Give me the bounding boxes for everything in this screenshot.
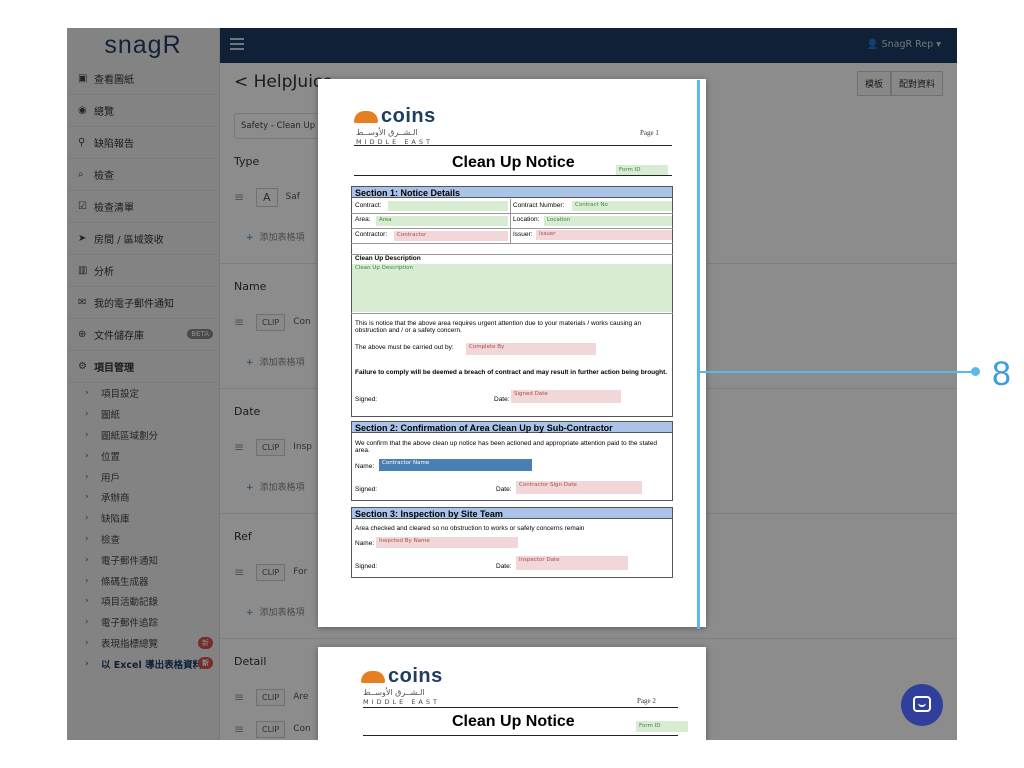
contractor-name-field: Contractor Name xyxy=(379,459,532,471)
contract-label: Contract: xyxy=(355,202,382,209)
coins-logo: coins xyxy=(361,665,443,688)
contract-number-label: Contract Number: xyxy=(513,202,565,209)
coins-logo-text: coins xyxy=(381,105,436,127)
date-label: Date: xyxy=(496,486,512,493)
issuer-label: Issuer: xyxy=(513,231,533,238)
row-rule xyxy=(351,313,673,314)
title-rule xyxy=(354,175,672,176)
section1-header: Section 1: Notice Details xyxy=(351,186,673,198)
document-title: Clean Up Notice xyxy=(452,154,575,171)
description-heading: Clean Up Description xyxy=(355,255,421,262)
signed-label: Signed: xyxy=(355,563,378,570)
section3-header: Section 3: Inspection by Site Team xyxy=(351,507,673,519)
form-id-field: Form ID xyxy=(636,721,688,732)
header-rule xyxy=(363,707,678,708)
section1-divider xyxy=(510,199,511,244)
area-field: Area xyxy=(376,216,508,226)
failure-warning: Failure to comply will be deemed a breac… xyxy=(355,369,668,376)
middle-east-text: MIDDLE EAST xyxy=(363,698,440,706)
app-window: snagR ▣ 查看圖紙 ◉ 總覽 ⚲ 缺陷報告 ⌕ 檢查 ☑ 檢查清單 ➤ 房間 / 區域簽收 ▥ 分析… xyxy=(67,28,957,740)
annotation-leader xyxy=(700,371,975,373)
hard-hat-icon xyxy=(361,670,385,683)
chat-launcher-button[interactable] xyxy=(901,684,943,726)
carried-out-label: The above must be carried out by: xyxy=(355,344,454,351)
row-rule xyxy=(351,243,673,244)
signed-date-field: Signed Date xyxy=(511,390,621,403)
inspector-date-field: Inspector Date xyxy=(516,556,628,570)
title-rule xyxy=(363,735,678,736)
chat-icon xyxy=(913,696,931,712)
coins-logo-text: coins xyxy=(388,665,443,687)
complete-by-field: Complete By xyxy=(466,343,596,355)
area-label: Area: xyxy=(355,216,371,223)
notice-text: This is notice that the above area requi… xyxy=(355,320,642,334)
document-page-2: coins الـشــرق الأوســط MIDDLE EAST Page… xyxy=(318,647,706,740)
contractor-label: Contractor: xyxy=(355,231,388,238)
arabic-subtitle: الـشــرق الأوســط xyxy=(356,128,418,137)
arabic-subtitle: الـشــرق الأوســط xyxy=(363,688,425,697)
document-page-1: coins الـشــرق الأوســط MIDDLE EAST Page… xyxy=(318,79,706,627)
hard-hat-icon xyxy=(354,110,378,123)
coins-logo: coins xyxy=(354,105,436,128)
section2-header: Section 2: Confirmation of Area Clean Up… xyxy=(351,421,673,433)
date-label: Date: xyxy=(496,563,512,570)
cleared-text: Area checked and cleared so no obstructi… xyxy=(355,525,585,532)
location-label: Location: xyxy=(513,216,540,223)
page-number: Page 2 xyxy=(637,697,656,705)
document-title: Clean Up Notice xyxy=(452,713,575,730)
page-number: Page 1 xyxy=(640,129,659,137)
header-rule xyxy=(354,145,672,146)
annotation-number: 8 xyxy=(992,355,1011,393)
contract-field xyxy=(388,201,508,211)
row-rule xyxy=(351,213,673,214)
contractor-field: Contractor xyxy=(394,231,508,241)
location-field: Location xyxy=(544,216,672,226)
confirmation-text: We confirm that the above clean up notic… xyxy=(355,440,657,454)
annotation-line xyxy=(697,80,700,629)
date-label: Date: xyxy=(494,396,510,403)
name-label: Name: xyxy=(355,540,375,547)
contractor-sign-date-field: Contractor Sign Date xyxy=(516,481,642,494)
issuer-field: Issuer xyxy=(536,230,672,240)
name-label: Name: xyxy=(355,463,375,470)
inspected-by-field: Inepcted By Name xyxy=(376,537,518,548)
signed-label: Signed: xyxy=(355,486,378,493)
signed-label: Signed: xyxy=(355,396,378,403)
contract-no-field: Contract No xyxy=(572,201,672,211)
annotation-dot xyxy=(971,367,980,376)
description-field: Clean Up Description xyxy=(352,264,672,312)
row-rule xyxy=(351,228,673,229)
